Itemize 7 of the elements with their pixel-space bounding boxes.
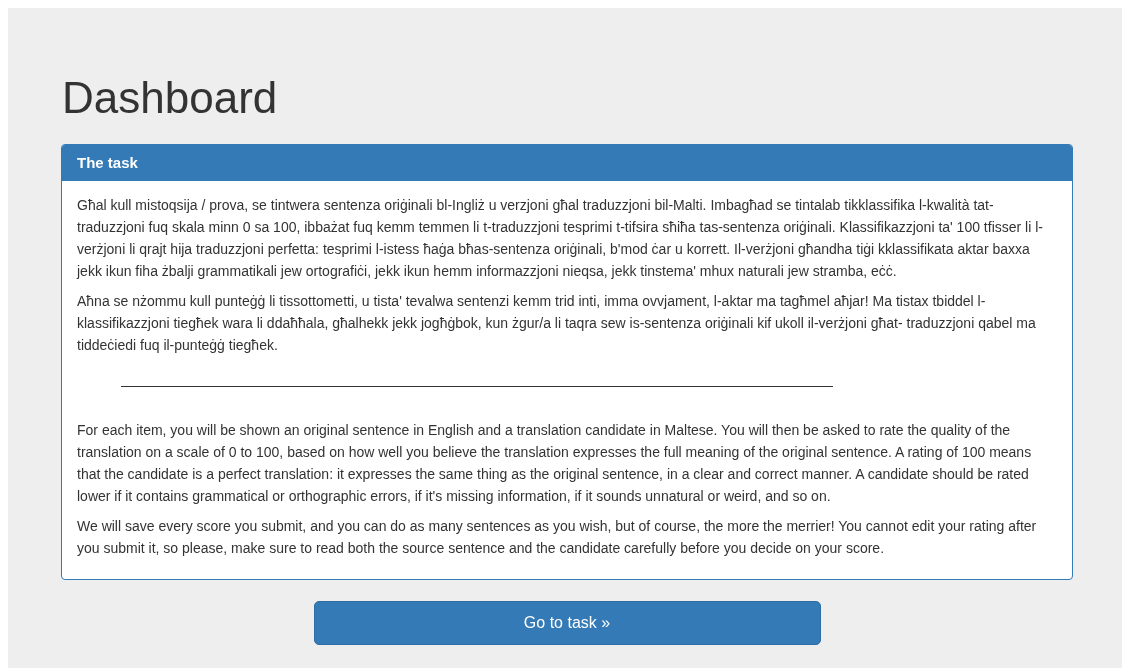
paragraph: Aħna se nżommu kull punteġġ li tissottometti, u tista' tevalwa sentenzi kemm trid inti, imma ovvjament, l-aktar ma tagħmel aħjar! Ma tistax tbiddel l-klassifikazzjoni tiegħek wara li ddaħħala, għalhekk jekk jogħġbok, kun żgur/a li taqra sew is-sentenza oriġinali kif ukoll il-verżjoni għat- traduzzjoni qabel ma tiddeċiedi fuq il-punteġġ tiegħek. — [77, 292, 1037, 355]
paragraph: We will save every score you submit, and you can do as many sentences as you wish, but of course, the more the merrier! You cannot edit your rating after you submit it, so please, make sure to read both the source sentence and the candidate carefully before you decide on your score. — [77, 517, 1038, 558]
go-to-task-button[interactable]: Go to task » — [313, 601, 821, 645]
paragraph: Għal kull mistoqsija / prova, se tintwera sentenza oriġinali bl-Ingliż u verzjoni għal traduzzjoni bil-Malti. Imbagħad se tintalab tikklassifika l-kwalità tat-traduzzjoni fuq skala minn 0 sa 100, ibbażat fuq kemm temmen li t-traduzzjoni tesprimi t-tifsira sħiħa tas-sentenza oriġinali. Klassifikazzjoni ta' 100 tfisser li l-verżjoni li qrajt hija traduzzjoni perfetta: tesprimi l-istess ħaġa bħas-sentenza oriġinali, b'mod ċar u korrett. Il-verżjoni għandha tiġi kklassifikata aktar baxxa jekk ikun fiha żbalji grammatikali jew ortografiċi, jekk ikun hemm informazzjoni nieqsa, jekk tinstema' mhux naturali jew stramba, eċċ. — [77, 196, 1044, 281]
panel-heading: The task — [62, 145, 1072, 181]
page-title: Dashboard — [62, 72, 279, 124]
paragraph: For each item, you will be shown an original sentence in English and a translation candidate in Maltese. You will then be asked to rate the quality of the translation on a scale of 0 to 100, based on how well you believe the translation expresses the full meaning of the original sentence. A rating of 100 means that the candidate is a perfect translation: it expresses the same thing as the original sentence, in a clear and correct manner. A candidate should be rated lower if it contains grammatical or orthographic errors, if it's missing information, if it sounds unnatural or weird, and so on. — [77, 421, 1033, 506]
